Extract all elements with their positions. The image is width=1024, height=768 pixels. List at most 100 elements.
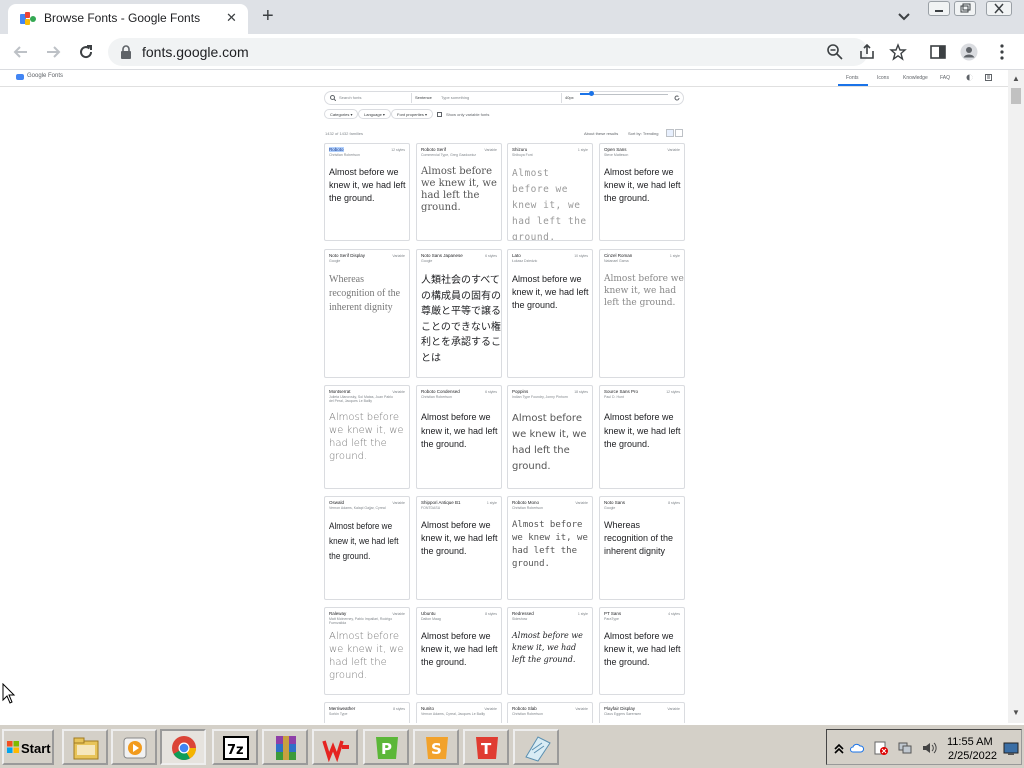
lock-icon[interactable] xyxy=(120,45,132,59)
sample-text-input[interactable]: Type something xyxy=(441,95,469,100)
font-card-playfair-display[interactable]: Playfair Display Claus Eggers Sørensen Var… xyxy=(599,702,685,723)
scroll-down-arrow-icon[interactable]: ▼ xyxy=(1012,708,1020,717)
font-card-oswald[interactable]: Oswald Vernon Adams, Kalapi Gajjar, Cyrea… xyxy=(324,496,410,600)
list-view-button[interactable] xyxy=(675,129,683,137)
clock-date[interactable]: 2/25/2022 xyxy=(948,750,997,762)
taskbar-chrome[interactable] xyxy=(160,729,206,765)
search-input[interactable]: Search fonts xyxy=(339,95,361,100)
font-card-roboto-condensed[interactable]: Roboto Condensed Christian Robertson 6 sty… xyxy=(416,385,502,489)
categories-filter-label: Categories xyxy=(330,112,350,117)
font-card-nunito[interactable]: Nunito Vernon Adams, Cyreal, Jacques Le B… xyxy=(416,702,502,723)
close-tab-icon[interactable]: ✕ xyxy=(226,10,237,26)
nav-faq[interactable]: FAQ xyxy=(940,75,950,81)
variable-fonts-checkbox[interactable] xyxy=(437,112,442,117)
clock-time[interactable]: 11:55 AM xyxy=(947,736,993,748)
reset-icon[interactable] xyxy=(674,95,680,101)
font-card-lato[interactable]: Lato Łukasz Dziedzic 10 styles Almost befor… xyxy=(507,249,593,378)
volume-icon[interactable] xyxy=(921,740,937,756)
theme-toggle-icon[interactable] xyxy=(966,74,973,81)
font-name: Nunito xyxy=(421,706,435,711)
font-card-roboto[interactable]: Roboto Christian Robertson 12 styles Almost… xyxy=(324,143,410,241)
grid-view-button[interactable] xyxy=(666,129,674,137)
selected-families-icon[interactable] xyxy=(985,74,992,81)
font-name: PT Sans xyxy=(604,611,622,616)
font-card-ubuntu[interactable]: Ubuntu Dalton Maag 8 styles Almost before w… xyxy=(416,607,502,695)
font-card-roboto-mono[interactable]: Roboto Mono Christian Robertson Variable Al… xyxy=(507,496,593,600)
reload-icon[interactable] xyxy=(77,43,95,61)
google-fonts-logo-icon[interactable] xyxy=(16,74,24,80)
sentence-dropdown[interactable]: Sentence xyxy=(415,95,432,100)
font-card-cinzel-roman[interactable]: Cinzel Roman Natanael Gama 1 style Almost b… xyxy=(599,249,685,378)
font-card-shizuru[interactable]: Shizuru Shibuya Font 1 style Almost before … xyxy=(507,143,593,241)
minimize-button[interactable] xyxy=(928,1,950,16)
font-card-roboto-serif[interactable]: Roboto Serif Commercial Type, Greg Gazdow… xyxy=(416,143,502,241)
google-fonts-logo-text[interactable]: Google Fonts xyxy=(27,73,63,79)
show-desktop-icon[interactable] xyxy=(1003,740,1019,756)
taskbar-wps-writer[interactable]: T xyxy=(463,729,509,765)
results-count: 1432 of 1432 families xyxy=(325,131,364,136)
font-properties-filter[interactable]: Font properties ▾ xyxy=(391,109,434,119)
chevron-down-icon[interactable] xyxy=(896,9,912,25)
side-panel-icon[interactable] xyxy=(929,43,947,61)
restore-button[interactable] xyxy=(954,1,976,16)
browser-tab[interactable]: Browse Fonts - Google Fonts ✕ xyxy=(8,4,248,34)
font-card-poppins[interactable]: Poppins Indian Type Foundry, Jonny Pinhor… xyxy=(507,385,593,489)
profile-avatar-icon[interactable] xyxy=(960,43,978,61)
zoom-out-icon[interactable] xyxy=(826,43,844,61)
start-button[interactable]: Start xyxy=(2,729,54,765)
font-card-noto-serif-display[interactable]: Noto Serif Display Google Variable Whereas … xyxy=(324,249,410,378)
font-size-value[interactable]: 40px xyxy=(565,95,574,100)
address-bar[interactable]: fonts.google.com xyxy=(108,38,868,66)
forward-icon[interactable] xyxy=(44,43,62,61)
taskbar-wps-spreadsheet[interactable]: S xyxy=(413,729,459,765)
menu-dots-icon[interactable] xyxy=(993,43,1011,61)
categories-filter[interactable]: Categories ▾ xyxy=(324,109,359,119)
sort-dropdown[interactable]: Sort by: Trending xyxy=(628,131,658,136)
bookmark-star-icon[interactable] xyxy=(889,43,907,61)
new-tab-button[interactable]: + xyxy=(262,5,274,27)
back-icon[interactable] xyxy=(12,43,30,61)
font-card-redressed[interactable]: Redressed Sideshow 1 style Almost before we… xyxy=(507,607,593,695)
scroll-up-arrow-icon[interactable]: ▲ xyxy=(1012,74,1020,83)
taskbar-media-player[interactable] xyxy=(111,729,157,765)
show-hidden-icons-icon[interactable] xyxy=(831,740,847,756)
nav-fonts[interactable]: Fonts xyxy=(846,75,859,81)
taskbar-7zip[interactable]: 7z xyxy=(212,729,258,765)
scrollbar-thumb[interactable] xyxy=(1011,88,1021,104)
font-card-shippori-antique-b1[interactable]: Shippori Antique B1 FONTDASU 1 style Almost… xyxy=(416,496,502,600)
about-results-link[interactable]: About these results xyxy=(584,131,618,136)
cloud-icon[interactable] xyxy=(849,740,865,756)
font-card-noto-sans[interactable]: Noto Sans Google 8 styles Whereas recogniti… xyxy=(599,496,685,600)
font-designer: Claus Eggers Sørensen xyxy=(604,712,642,716)
nav-icons[interactable]: Icons xyxy=(877,75,889,81)
font-styles-count: Variable xyxy=(392,501,405,505)
font-styles-count: 8 styles xyxy=(393,707,405,711)
media-player-icon xyxy=(123,737,147,759)
taskbar-notepad[interactable] xyxy=(513,729,559,765)
font-name: Redressed xyxy=(512,611,534,616)
font-card-open-sans[interactable]: Open Sans Steve Matteson Variable Almost be… xyxy=(599,143,685,241)
font-sample-text: Almost before we knew it, we had left th… xyxy=(604,631,681,667)
share-icon[interactable] xyxy=(858,43,876,61)
network-icon[interactable] xyxy=(897,740,913,756)
taskbar-file-explorer[interactable] xyxy=(62,729,108,765)
font-size-slider-handle[interactable] xyxy=(589,91,594,96)
font-styles-count: 6 styles xyxy=(485,390,497,394)
url-text[interactable]: fonts.google.com xyxy=(142,44,249,60)
font-card-montserrat[interactable]: Montserrat Julieta Ulanovsky, Sol Matas, … xyxy=(324,385,410,489)
font-card-roboto-slab[interactable]: Roboto Slab Christian Robertson Variable xyxy=(507,702,593,723)
font-card-noto-sans-japanese[interactable]: Noto Sans Japanese Google 6 styles 人類社会のすべて… xyxy=(416,249,502,378)
language-filter[interactable]: Language ▾ xyxy=(358,109,391,119)
page-scrollbar[interactable]: ▲ ▼ xyxy=(1008,70,1024,723)
font-card-source-sans-pro[interactable]: Source Sans Pro Paul D. Hunt 12 styles Almo… xyxy=(599,385,685,489)
close-window-button[interactable] xyxy=(986,1,1012,16)
font-card-merriweather[interactable]: Merriweather Sorkin Type 8 styles xyxy=(324,702,410,723)
font-card-pt-sans[interactable]: PT Sans ParaType 4 styles Almost before we … xyxy=(599,607,685,695)
security-alert-icon[interactable] xyxy=(873,740,889,756)
font-styles-count: 12 styles xyxy=(391,148,405,152)
taskbar-winrar[interactable] xyxy=(262,729,308,765)
taskbar-wps-presentation[interactable]: P xyxy=(363,729,409,765)
nav-knowledge[interactable]: Knowledge xyxy=(903,75,928,81)
font-card-raleway[interactable]: Raleway Matt McInerney, Pablo Impallari, … xyxy=(324,607,410,695)
taskbar-wps-office[interactable] xyxy=(312,729,358,765)
